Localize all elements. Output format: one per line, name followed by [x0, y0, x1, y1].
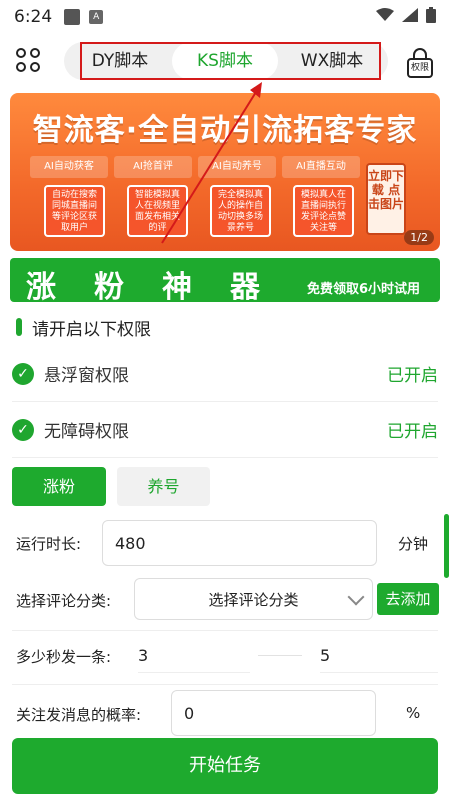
add-category-button[interactable]: 去添加 [377, 583, 439, 615]
chevron-down-icon [347, 588, 365, 606]
annotation-highlight-box [80, 42, 381, 80]
lock-label: 权限 [407, 58, 433, 78]
section-marker [16, 318, 22, 336]
runtime-label: 运行时长: [16, 535, 82, 553]
banner-card: 完全模拟真人的操作自动切换多场景养号 [210, 185, 271, 237]
permission-label: 无障碍权限 [44, 422, 129, 442]
permission-lock-icon[interactable]: 权限 [405, 48, 435, 78]
category-select-value: 选择评论分类 [208, 591, 299, 609]
category-select[interactable]: 选择评论分类 [134, 578, 373, 620]
banner-feature: AI直播互动 [282, 156, 360, 178]
permission-state: 已开启 [387, 366, 438, 386]
wifi-icon [376, 7, 394, 27]
scrollbar[interactable] [444, 514, 449, 578]
notification-square-icon [64, 9, 81, 25]
battery-icon [426, 6, 436, 28]
permission-state: 已开启 [387, 422, 438, 442]
promo-subtitle: 免费领取6小时试用 [306, 282, 420, 297]
permissions-heading: 请开启以下权限 [16, 316, 151, 340]
banner-pager: 1/2 [404, 230, 434, 245]
permission-row-overlay[interactable]: ✓ 悬浮窗权限 已开启 [12, 346, 438, 402]
divider [12, 630, 438, 631]
follow-probability-unit: % [406, 704, 421, 722]
banner-card: 模拟真人在直播间执行发评论点赞关注等 [293, 185, 354, 237]
tab-gain-fans[interactable]: 涨粉 [12, 467, 106, 506]
runtime-input[interactable]: 480 [102, 520, 377, 566]
permission-label: 悬浮窗权限 [44, 366, 129, 386]
range-dash [258, 655, 302, 656]
start-task-button[interactable]: 开始任务 [12, 738, 438, 794]
promo-green-bar[interactable]: 涨粉神器 免费领取6小时试用 [10, 258, 440, 305]
grid-menu-icon[interactable] [16, 48, 42, 74]
banner-card-row: 自动在搜索同城直播间等评论区获取用户 智能模拟真人在视频里面发布相关的评 完全模… [44, 185, 354, 237]
download-tap-card[interactable]: 立即下载 点击图片 [366, 163, 406, 235]
runtime-unit: 分钟 [398, 535, 429, 553]
banner-headline: 智流客·全自动引流拓客专家 [32, 113, 418, 148]
follow-probability-input[interactable]: 0 [171, 690, 376, 736]
permissions-heading-text: 请开启以下权限 [32, 319, 151, 340]
status-time: 6:24 [14, 7, 53, 27]
status-bar: 6:24 A [0, 0, 450, 34]
banner-feature: AI自动获客 [30, 156, 108, 178]
follow-probability-label: 关注发消息的概率: [16, 706, 142, 724]
interval-label: 多少秒发一条: [16, 648, 112, 666]
banner-feature: AI自动养号 [198, 156, 276, 178]
banner-card: 自动在搜索同城直播间等评论区获取用户 [44, 185, 105, 237]
permission-row-accessibility[interactable]: ✓ 无障碍权限 已开启 [12, 402, 438, 458]
signal-icon [402, 7, 418, 27]
tab-nurture-account[interactable]: 养号 [117, 467, 210, 506]
interval-min-input[interactable]: 3 [138, 639, 250, 673]
check-circle-icon: ✓ [12, 418, 34, 441]
a-badge-icon: A [89, 10, 104, 24]
promo-banner[interactable]: 智流客·全自动引流拓客专家 AI自动获客 AI抢首评 AI自动养号 AI直播互动… [10, 93, 440, 251]
interval-max-input[interactable]: 5 [320, 639, 438, 673]
banner-feature-row: AI自动获客 AI抢首评 AI自动养号 AI直播互动 [30, 156, 360, 178]
banner-card: 智能模拟真人在视频里面发布相关的评 [127, 185, 188, 237]
category-label: 选择评论分类: [16, 592, 112, 610]
divider [12, 684, 438, 685]
banner-feature: AI抢首评 [114, 156, 192, 178]
check-circle-icon: ✓ [12, 362, 34, 385]
promo-title: 涨粉神器 [26, 270, 298, 305]
